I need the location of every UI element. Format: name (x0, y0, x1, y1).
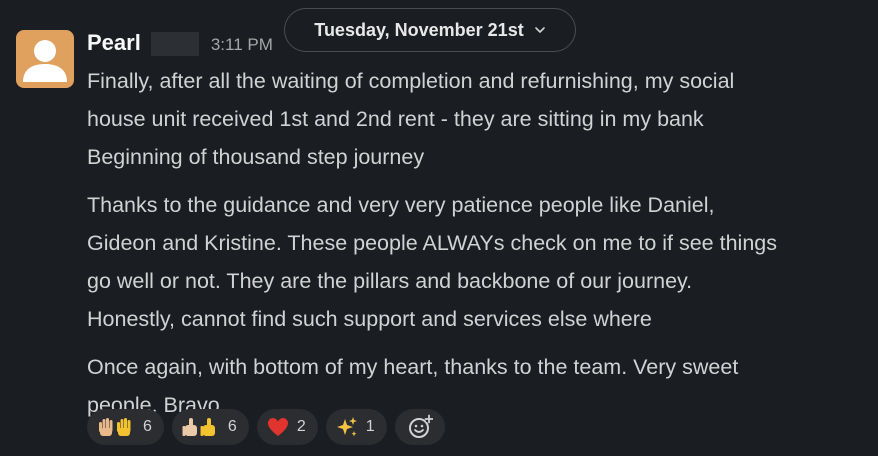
text-line: house unit received 1st and 2nd rent - t… (87, 107, 704, 131)
text-line: Gideon and Kristine. These people ALWAYs… (87, 231, 777, 255)
paragraph: Finally, after all the waiting of comple… (87, 62, 867, 176)
message-header: Pearl 3:11 PM (87, 30, 273, 58)
message: Pearl 3:11 PM Tuesday, November 21st Fin… (0, 0, 878, 456)
redacted-block (150, 32, 199, 56)
text-line: Once again, with bottom of my heart, tha… (87, 355, 739, 379)
text-line: Honestly, cannot find such support and s… (87, 307, 652, 331)
red-heart-icon (267, 417, 289, 437)
text-line: go well or not. They are the pillars and… (87, 269, 693, 293)
text-line: Thanks to the guidance and very very pat… (87, 193, 715, 217)
add-emoji-icon (408, 414, 433, 438)
raised-hands-icon (97, 416, 135, 438)
thumbs-up-icon (182, 416, 220, 438)
message-body: Finally, after all the waiting of comple… (87, 62, 867, 434)
reaction-count: 6 (227, 418, 237, 435)
reaction-count: 2 (296, 418, 306, 435)
text-line: Beginning of thousand step journey (87, 145, 425, 169)
date-divider-label: Tuesday, November 21st (314, 19, 524, 40)
reaction-count: 1 (365, 418, 375, 435)
reaction-thumbs-up[interactable]: 6 (171, 409, 249, 445)
author-name[interactable]: Pearl (87, 30, 141, 56)
avatar[interactable] (16, 30, 74, 88)
sparkles-icon (336, 416, 358, 438)
user-icon (23, 40, 67, 82)
date-divider-button[interactable]: Tuesday, November 21st (284, 8, 576, 52)
reaction-sparkles[interactable]: 1 (325, 409, 387, 445)
text-line: Finally, after all the waiting of comple… (87, 69, 735, 93)
reactions-bar: 6 6 2 1 (87, 409, 445, 445)
reaction-count: 6 (143, 418, 152, 435)
reaction-red-heart[interactable]: 2 (256, 409, 318, 445)
add-reaction-button[interactable] (394, 409, 445, 445)
chevron-down-icon (534, 26, 546, 34)
reaction-raised-hands[interactable]: 6 (87, 409, 164, 445)
paragraph: Thanks to the guidance and very very pat… (87, 186, 867, 338)
timestamp[interactable]: 3:11 PM (211, 35, 273, 55)
